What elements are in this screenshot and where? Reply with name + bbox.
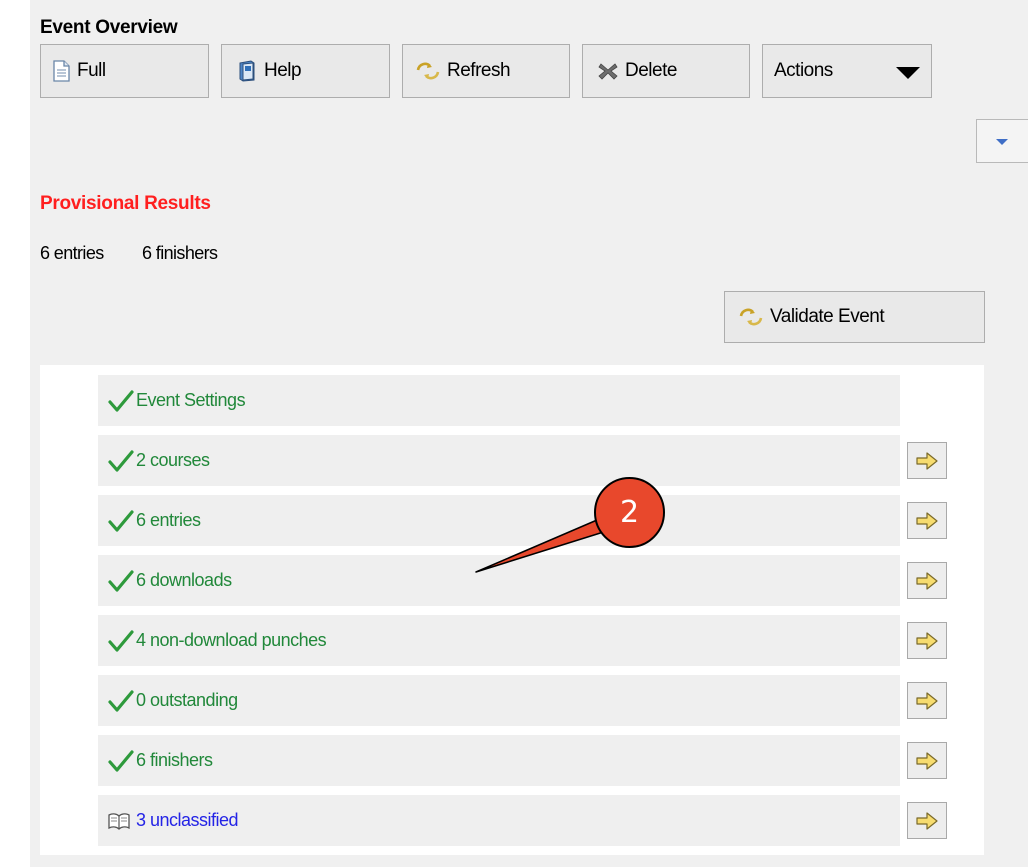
callout-pointer: [475, 516, 611, 573]
callout-badge: 2: [594, 477, 665, 548]
